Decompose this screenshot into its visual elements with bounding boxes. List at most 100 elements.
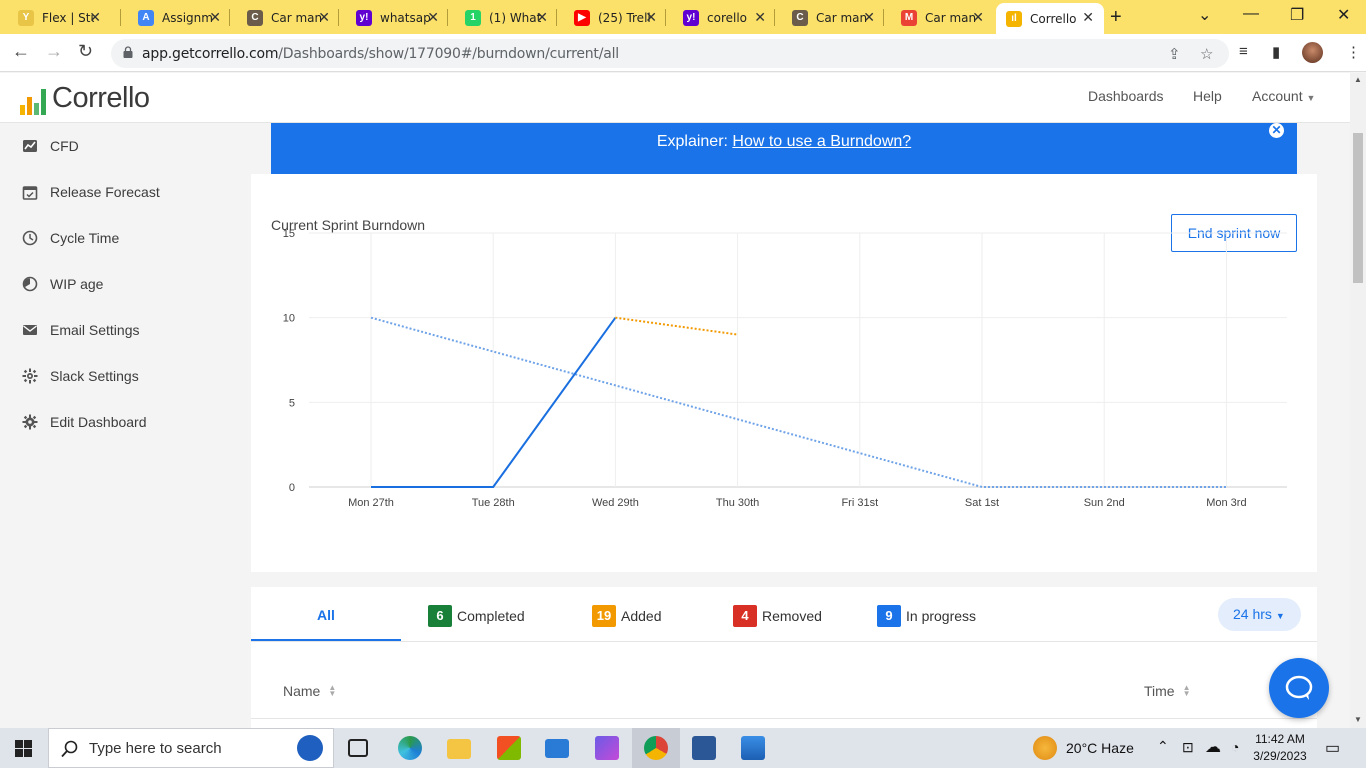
explainer-link[interactable]: How to use a Burndown? <box>732 133 911 150</box>
tab-search-icon[interactable]: ⌄ <box>1198 5 1211 25</box>
tab-added[interactable]: 19 Added <box>592 604 661 628</box>
word-icon[interactable] <box>692 736 716 760</box>
mail-icon <box>23 325 37 335</box>
tab-all[interactable]: All <box>251 587 401 641</box>
new-tab-button[interactable]: + <box>1110 6 1122 29</box>
close-tab-icon[interactable]: ✕ <box>536 9 548 26</box>
sidebar-item-wip-age[interactable]: WIP age <box>22 276 103 292</box>
sidebar-item-label: CFD <box>50 138 79 154</box>
close-tab-icon[interactable]: ✕ <box>209 9 221 26</box>
notifications-icon[interactable]: ▭ <box>1325 738 1340 758</box>
tab-title: Car man <box>816 10 868 25</box>
scroll-thumb[interactable] <box>1353 133 1363 283</box>
edge-icon[interactable] <box>398 736 422 760</box>
period-dropdown[interactable]: 24 hrs ▼ <box>1218 598 1301 631</box>
browser-tab[interactable]: 1 (1) What ✕ <box>455 3 558 32</box>
sidebar-item-slack-settings[interactable]: Slack Settings <box>22 368 139 384</box>
address-bar[interactable]: app.getcorrello.com/Dashboards/show/1770… <box>111 39 1229 68</box>
restore-icon[interactable]: ❐ <box>1290 5 1304 25</box>
media-queue-icon[interactable]: ≡ <box>1239 43 1248 60</box>
browser-tab[interactable]: ıl Corrello ✕ <box>996 3 1104 34</box>
browser-tab[interactable]: y! corello ✕ <box>673 3 776 32</box>
close-window-icon[interactable]: ✕ <box>1337 5 1350 25</box>
chat-launcher-button[interactable] <box>1269 658 1329 718</box>
sidebar-item-label: Release Forecast <box>50 184 160 200</box>
profile-avatar[interactable] <box>1302 42 1323 63</box>
bookmark-star-icon[interactable]: ☆ <box>1200 45 1213 63</box>
close-tab-icon[interactable]: ✕ <box>427 9 439 26</box>
store-icon[interactable] <box>497 736 521 760</box>
windows-start-icon[interactable] <box>15 740 32 757</box>
browser-tab[interactable]: y! whatsap ✕ <box>346 3 449 32</box>
browser-tab[interactable]: A Assignm ✕ <box>128 3 231 32</box>
column-header-time[interactable]: Time ▲ ▼ <box>1144 683 1191 699</box>
scroll-down-icon[interactable]: ▼ <box>1354 715 1362 724</box>
close-tab-icon[interactable]: ✕ <box>645 9 657 26</box>
browser-tab[interactable]: M Car man ✕ <box>891 3 994 32</box>
chrome-icon[interactable] <box>644 736 668 760</box>
tray-chevron-icon[interactable]: ⌃ <box>1157 738 1169 755</box>
tab-completed[interactable]: 6 Completed <box>428 604 525 628</box>
caret-down-icon: ▼ <box>1306 93 1316 103</box>
browser-tab[interactable]: C Car man ✕ <box>237 3 340 32</box>
close-banner-icon[interactable]: ✕ <box>1269 123 1284 138</box>
system-clock[interactable]: 11:42 AM 3/29/2023 <box>1250 731 1310 765</box>
close-tab-icon[interactable]: ✕ <box>89 9 101 26</box>
minimize-icon[interactable]: — <box>1243 5 1259 23</box>
tab-title: (1) What <box>489 10 541 25</box>
sidebar-item-cfd[interactable]: CFD <box>22 138 79 154</box>
close-tab-icon[interactable]: ✕ <box>1082 9 1094 26</box>
column-header-name[interactable]: Name ▲ ▼ <box>283 683 336 699</box>
close-tab-icon[interactable]: ✕ <box>863 9 875 26</box>
url-text: app.getcorrello.com/Dashboards/show/1770… <box>142 46 619 62</box>
share-icon[interactable]: ⇪ <box>1168 45 1181 63</box>
back-icon[interactable]: ← <box>12 41 30 62</box>
favicon-icon: M <box>901 9 917 26</box>
browser-tab[interactable]: ▶ (25) Trell ✕ <box>564 3 667 32</box>
close-tab-icon[interactable]: ✕ <box>972 9 984 26</box>
tab-separator <box>556 9 557 26</box>
onedrive-icon[interactable]: ☁ <box>1205 737 1221 757</box>
browser-tab[interactable]: Y Flex | Stu ✕ <box>8 3 111 32</box>
favicon-icon: y! <box>683 9 699 26</box>
tab-label: Added <box>621 608 662 624</box>
close-tab-icon[interactable]: ✕ <box>754 9 766 26</box>
task-view-icon[interactable] <box>348 739 368 757</box>
file-explorer-icon[interactable] <box>447 739 471 759</box>
nav-account[interactable]: Account ▼ <box>1252 88 1315 104</box>
x-tick-label: Mon 3rd <box>1206 497 1246 509</box>
tab-label: In progress <box>906 608 977 624</box>
changes-card: All 6 Completed 19 Added 4 Removed 9 In … <box>251 587 1317 728</box>
taskbar-search-input[interactable]: Type here to search <box>48 728 334 768</box>
side-panel-icon[interactable]: ▮ <box>1272 43 1280 61</box>
bing-icon[interactable] <box>297 735 323 761</box>
tab-removed[interactable]: 4 Removed <box>733 604 822 628</box>
explainer-banner: Explainer: How to use a Burndown? ✕ <box>271 123 1297 174</box>
nav-help[interactable]: Help <box>1193 88 1222 104</box>
reload-icon[interactable]: ↻ <box>78 41 93 62</box>
tab-in-progress[interactable]: 9 In progress <box>877 604 976 628</box>
scroll-up-icon[interactable]: ▲ <box>1354 75 1362 84</box>
nav-dashboards[interactable]: Dashboards <box>1088 88 1164 104</box>
page-scrollbar[interactable]: ▲ ▼ <box>1350 73 1366 728</box>
x-tick-label: Thu 30th <box>716 497 759 509</box>
weather-text[interactable]: 20°C Haze <box>1066 740 1134 756</box>
close-tab-icon[interactable]: ✕ <box>318 9 330 26</box>
meet-now-icon[interactable]: ⊡ <box>1182 739 1194 756</box>
clipchamp-icon[interactable] <box>595 736 619 760</box>
favicon-icon: y! <box>356 9 372 26</box>
sidebar-item-cycle-time[interactable]: Cycle Time <box>22 230 119 246</box>
correllologo[interactable]: Corrello <box>20 82 150 115</box>
wifi-icon[interactable]: ◔ <box>1231 739 1239 755</box>
chrome-menu-icon[interactable]: ⋮ <box>1346 43 1361 61</box>
x-tick-label: Tue 28th <box>472 497 515 509</box>
sidebar-item-email-settings[interactable]: Email Settings <box>22 322 139 338</box>
sidebar-item-label: WIP age <box>50 276 104 292</box>
sidebar-item-release-forecast[interactable]: Release Forecast <box>22 184 160 200</box>
search-placeholder: Type here to search <box>89 740 222 757</box>
mail-app-icon[interactable] <box>545 739 569 758</box>
forward-icon[interactable]: → <box>45 41 63 62</box>
photos-icon[interactable] <box>741 736 765 760</box>
sidebar-item-edit-dashboard[interactable]: Edit Dashboard <box>22 414 147 430</box>
browser-tab[interactable]: C Car man ✕ <box>782 3 885 32</box>
